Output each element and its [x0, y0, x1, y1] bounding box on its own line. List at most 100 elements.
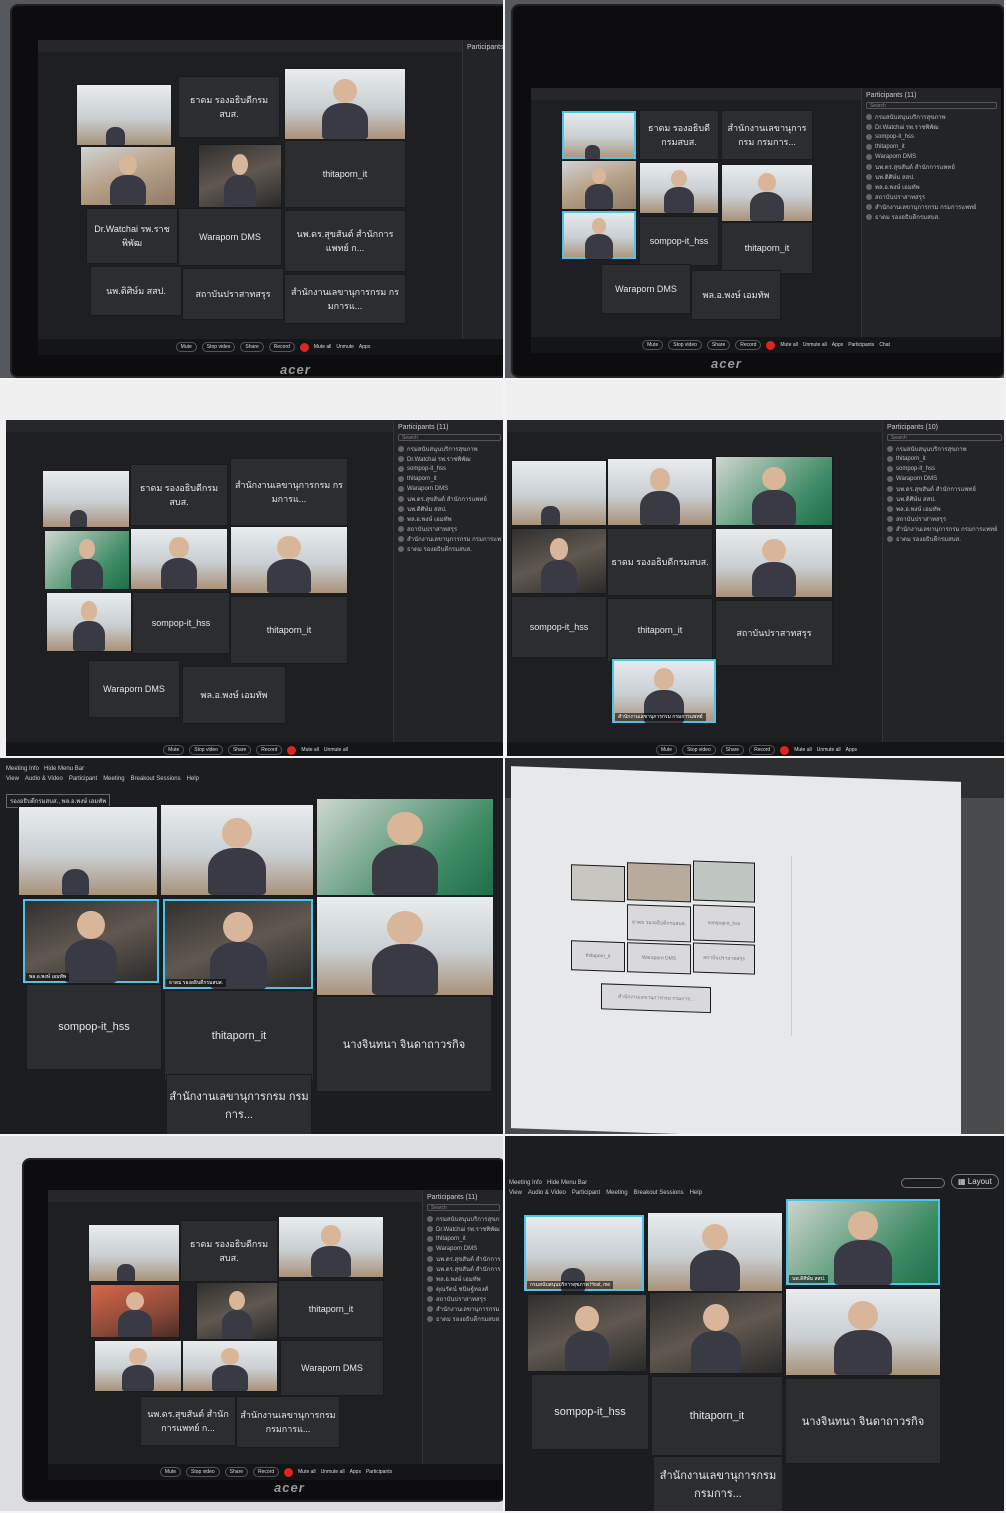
- name-tile[interactable]: thitaporn_it: [164, 990, 314, 1082]
- video-tile-person[interactable]: [130, 528, 228, 590]
- video-tile-person[interactable]: [527, 1294, 647, 1372]
- record-button[interactable]: Record: [256, 745, 283, 755]
- name-tile[interactable]: sompop-it_hss: [26, 984, 162, 1070]
- name-tile[interactable]: sompop-it_hss: [531, 1374, 649, 1450]
- participant-item[interactable]: Waraporn DMS: [887, 474, 1002, 484]
- name-tile[interactable]: ธาดม รองอธิบดีกรมสบส.: [180, 1220, 278, 1282]
- video-tile-person[interactable]: [561, 210, 637, 260]
- participant-item[interactable]: นพ.ดร.สุขสันต์ สำนักการแพทย์: [398, 494, 501, 504]
- video-tile-person[interactable]: [90, 1284, 180, 1338]
- name-tile[interactable]: sompop-it_hss: [511, 596, 607, 658]
- menu-participant[interactable]: Participant: [572, 1190, 600, 1196]
- mute-button[interactable]: Mute: [175, 342, 197, 352]
- name-tile[interactable]: thitaporn_it: [278, 1280, 384, 1338]
- share-button[interactable]: Share: [227, 745, 252, 755]
- menu-meeting[interactable]: Meeting: [103, 776, 124, 782]
- mute-all-button[interactable]: Mute all: [794, 747, 812, 753]
- end-call-button[interactable]: [766, 340, 776, 350]
- unmute-all-button[interactable]: Unmute all: [803, 342, 827, 348]
- name-tile[interactable]: thitaporn_it: [721, 222, 813, 274]
- stop-video-button[interactable]: Stop video: [668, 340, 702, 350]
- participant-item[interactable]: สถาบันปราสาทสรุร: [398, 524, 501, 534]
- video-tile-person[interactable]: [46, 592, 132, 652]
- video-tile-thitaporn[interactable]: [284, 68, 406, 140]
- stop-video-button[interactable]: Stop video: [682, 745, 716, 755]
- menu-help[interactable]: Help: [187, 776, 199, 782]
- name-tile[interactable]: sompop-it_hss: [132, 592, 230, 654]
- name-tile[interactable]: พล.อ.พงษ์ เอมทัพ: [182, 666, 286, 724]
- name-tile[interactable]: thitaporn_it: [651, 1376, 783, 1456]
- layout-button[interactable]: ▦ Layout: [951, 1174, 999, 1189]
- participant-item[interactable]: กรมสนับสนุนบริการสุขภาพ: [427, 1214, 500, 1224]
- name-tile[interactable]: Waraporn DMS: [178, 208, 282, 266]
- video-tile-person[interactable]: [715, 456, 833, 526]
- share-button[interactable]: Share: [240, 342, 264, 352]
- share-button[interactable]: Share: [224, 1467, 249, 1477]
- video-tile-person[interactable]: พล.อ.พงษ์ เอมทัพ: [22, 898, 160, 984]
- name-tile[interactable]: Waraporn DMS: [88, 660, 180, 718]
- participant-item[interactable]: คุณรัตน์ ชนิษฐ์ทองศ์: [427, 1284, 500, 1294]
- participant-item[interactable]: นพ.ดร.สุขสันต์ สำนักการแพทย์: [887, 484, 1002, 494]
- participant-item[interactable]: Dr.Watchai รพ.ราชพิพัฒ: [427, 1224, 500, 1234]
- participant-item[interactable]: พล.อ.พงษ์ เอมทัพ: [398, 514, 501, 524]
- video-tile-person[interactable]: [607, 458, 713, 526]
- name-tile[interactable]: สำนักงานเลขานุการกรม กรมการแ...: [284, 274, 406, 324]
- participant-item[interactable]: สำนักงานเลขานุการกรม กรมการแพทย์: [398, 534, 501, 544]
- share-button[interactable]: Share: [720, 745, 745, 755]
- participant-item[interactable]: นพ.ดิศิษ์ม สสป.: [887, 494, 1002, 504]
- menu-participant[interactable]: Participant: [69, 776, 97, 782]
- chat-button[interactable]: Chat: [879, 342, 890, 348]
- apps-button[interactable]: Apps: [846, 747, 857, 753]
- active-speaker-tile[interactable]: สำนักงานเลขานุการกรม กรมการแพทย์: [611, 658, 717, 724]
- name-tile[interactable]: สถาบันปราสาทสรุร: [182, 268, 284, 320]
- participant-item[interactable]: สำนักงานเลขานุการกรม กรมการแพทย์: [427, 1304, 500, 1314]
- participant-item[interactable]: thitaporn_it: [398, 474, 501, 484]
- menu-view[interactable]: View: [6, 776, 19, 782]
- end-call-button[interactable]: [780, 745, 790, 755]
- stop-video-button[interactable]: Stop video: [189, 745, 223, 755]
- name-tile[interactable]: ธาดม รองอธิบดีกรมสบส.: [130, 464, 228, 526]
- end-call-button[interactable]: [299, 342, 309, 352]
- name-tile[interactable]: sompop-it_hss: [639, 216, 719, 266]
- zoom-slider[interactable]: [901, 1178, 945, 1188]
- hide-menu-bar-button[interactable]: Hide Menu Bar: [547, 1180, 587, 1186]
- mute-button[interactable]: Mute: [642, 340, 664, 350]
- unmute-button[interactable]: Unmute: [336, 344, 354, 350]
- meeting-info-menu[interactable]: Meeting Info: [6, 766, 39, 772]
- name-tile[interactable]: ธาดม รองอธิบดีกรมสบส.: [639, 110, 719, 160]
- participant-item[interactable]: ธาดม รองอธิบดีกรมสบส.: [887, 534, 1002, 544]
- video-tile-person[interactable]: [198, 144, 282, 208]
- name-tile[interactable]: thitaporn_it: [607, 598, 713, 662]
- participant-item[interactable]: กรมสนับสนุนบริการสุขภาพ: [887, 444, 1002, 454]
- mute-button[interactable]: Mute: [655, 745, 678, 755]
- hide-menu-bar-button[interactable]: Hide Menu Bar: [44, 766, 84, 772]
- name-tile[interactable]: thitaporn_it: [230, 596, 348, 664]
- video-tile-person[interactable]: [649, 1292, 783, 1374]
- video-tile-room[interactable]: [511, 460, 607, 526]
- name-tile[interactable]: สำนักงานเลขานุการกรม กรมการแ...: [230, 458, 348, 526]
- participant-item[interactable]: thitaporn_it: [427, 1234, 500, 1244]
- participant-item[interactable]: Dr.Watchai รพ.ราชพิพัฒ: [866, 122, 997, 132]
- participants-button[interactable]: Participants: [848, 342, 874, 348]
- menu-audio-video[interactable]: Audio & Video: [25, 776, 63, 782]
- participant-item[interactable]: Dr.Watchai รพ.ราชพิพัฒ: [398, 454, 501, 464]
- video-tile-person[interactable]: [94, 1340, 182, 1392]
- participant-item[interactable]: พล.อ.พงษ์ เอมทัพ: [427, 1274, 500, 1284]
- search-input[interactable]: Search: [866, 102, 997, 109]
- record-button[interactable]: Record: [268, 342, 295, 352]
- name-tile[interactable]: thitaporn_it: [284, 140, 406, 208]
- share-button[interactable]: Share: [706, 340, 731, 350]
- participant-item[interactable]: Waraporn DMS: [866, 152, 997, 162]
- unmute-all-button[interactable]: Unmute all: [817, 747, 841, 753]
- video-tile-person[interactable]: [182, 1340, 278, 1392]
- video-tile-person[interactable]: [160, 804, 314, 896]
- video-tile-room[interactable]: [18, 806, 158, 896]
- mute-all-button[interactable]: Mute all: [314, 344, 332, 350]
- end-call-button[interactable]: [284, 1467, 294, 1477]
- participant-item[interactable]: กรมสนับสนุนบริการสุขภาพ: [398, 444, 501, 454]
- name-tile[interactable]: สำนักงานเลขานุการกรม กรมการ...: [653, 1456, 783, 1511]
- name-tile[interactable]: นางจินทนา จินดาถาวรกิจ: [316, 996, 492, 1092]
- participant-item[interactable]: สถาบันปราสาทสรุร: [427, 1294, 500, 1304]
- video-tile-person[interactable]: นพ.ดิศิษ์ม สสป.: [785, 1198, 941, 1286]
- search-input[interactable]: Search: [398, 434, 501, 441]
